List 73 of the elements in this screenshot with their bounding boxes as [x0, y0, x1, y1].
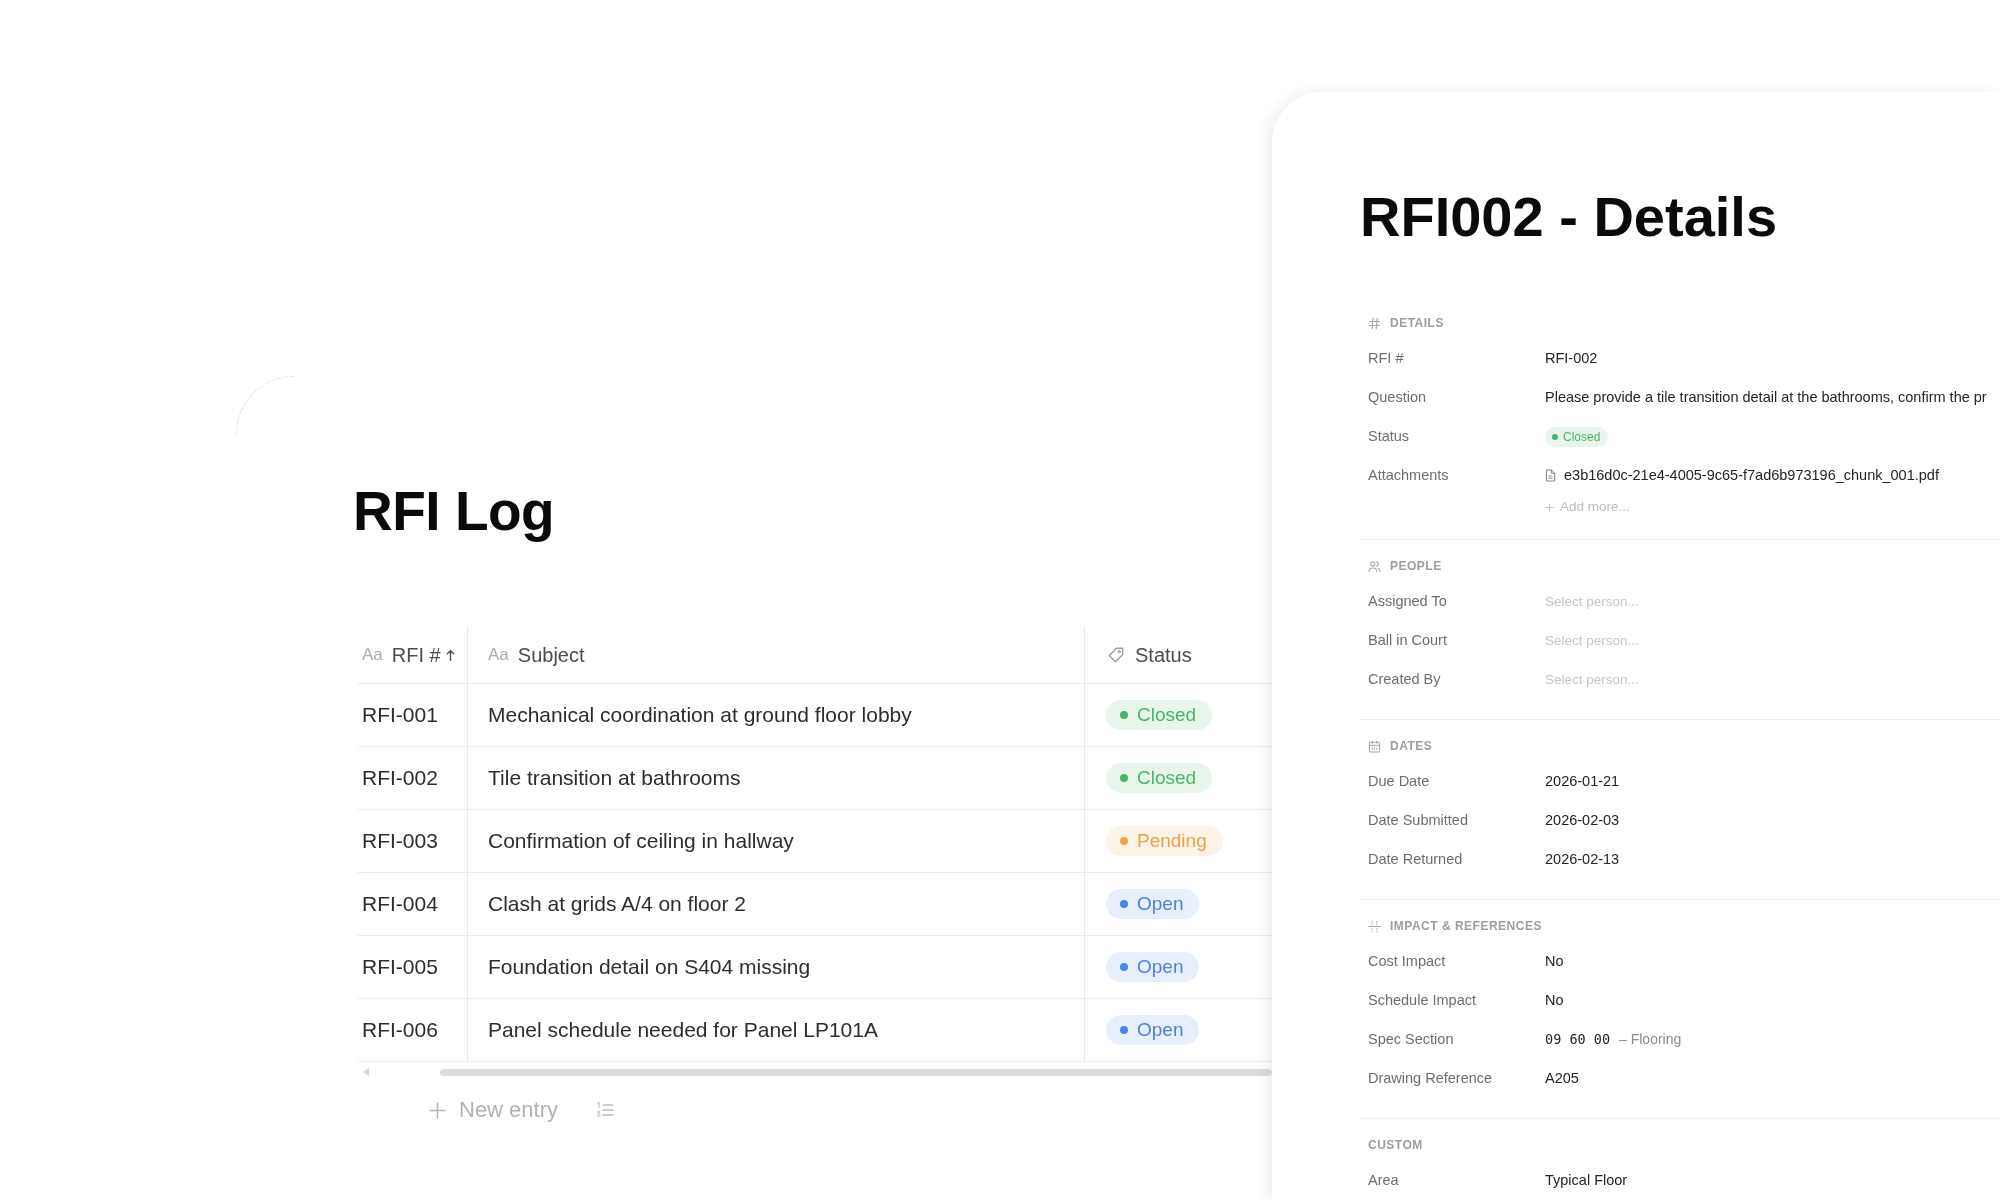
- panel-title: RFI002 - Details: [1360, 184, 1778, 250]
- table-cell: Panel schedule needed for Panel LP101A: [488, 1018, 878, 1042]
- person-field[interactable]: Select person...: [1545, 588, 1745, 615]
- table-cell: Confirmation of ceiling in hallway: [488, 829, 794, 853]
- section-title: CUSTOM: [1368, 1138, 1423, 1152]
- numbered-list-icon[interactable]: [596, 1101, 615, 1119]
- field-label: Ball in Court: [1368, 631, 1447, 650]
- status-label: Open: [1137, 1019, 1184, 1041]
- field-label: Attachments: [1368, 466, 1449, 485]
- status-label: Closed: [1563, 429, 1601, 444]
- table-cell: Tile transition at bathrooms: [488, 766, 741, 790]
- status-label: Closed: [1137, 767, 1197, 789]
- field-label: Schedule Impact: [1368, 991, 1476, 1010]
- table-cell: RFI-003: [362, 829, 438, 853]
- sort-up-arrow-icon[interactable]: [445, 648, 455, 662]
- field-value: 2026-02-13: [1545, 850, 1620, 869]
- hash-icon: [1368, 316, 1381, 330]
- field-value: Please provide a tile transition detail at the bathrooms, confirm the pr: [1545, 388, 1987, 407]
- field-label: Created By: [1368, 670, 1441, 689]
- table-cell: RFI-006: [362, 1018, 438, 1042]
- column-header[interactable]: Subject: [517, 643, 585, 667]
- status-label: Open: [1137, 893, 1184, 915]
- spec-title: – Flooring: [1619, 1030, 1682, 1049]
- field-value: 2026-02-03: [1545, 811, 1620, 830]
- section-title: PEOPLE: [1390, 559, 1442, 573]
- field-label: Date Submitted: [1368, 811, 1468, 830]
- table-cell: Clash at grids A/4 on floor 2: [488, 892, 746, 916]
- text-type-icon: Aa: [362, 645, 383, 665]
- spec-code: 09 60 00: [1545, 1030, 1611, 1049]
- field-label: Date Returned: [1368, 850, 1463, 869]
- field-label: Spec Section: [1368, 1030, 1454, 1049]
- text-type-icon: Aa: [488, 645, 509, 665]
- column-header[interactable]: RFI #: [391, 643, 441, 667]
- field-label: Status: [1368, 427, 1410, 446]
- table-cell: Mechanical coordination at ground floor lobby: [488, 703, 912, 727]
- table-cell: RFI-004: [362, 892, 438, 916]
- person-field[interactable]: Select person...: [1545, 666, 1745, 693]
- tag-icon: [1107, 646, 1125, 664]
- file-icon: [1545, 469, 1556, 482]
- person-field[interactable]: Select person...: [1545, 627, 1745, 654]
- field-value: A205: [1545, 1069, 1579, 1088]
- field-label: RFI #: [1368, 349, 1404, 368]
- field-label: Assigned To: [1368, 592, 1447, 611]
- column-header[interactable]: Status: [1135, 643, 1192, 667]
- field-value: No: [1545, 952, 1564, 971]
- section-title: IMPACT & REFERENCES: [1390, 919, 1542, 933]
- plus-icon: [429, 1101, 446, 1119]
- attachment-link[interactable]: e3b16d0c-21e4-4005-9c65-f7ad6b973196_chunk_001.pdf: [1545, 456, 1939, 495]
- field-label: Cost Impact: [1368, 952, 1446, 971]
- field-label: Area: [1368, 1171, 1399, 1190]
- calendar-icon: [1368, 739, 1381, 753]
- people-icon: [1368, 559, 1381, 573]
- plus-icon: [1545, 502, 1554, 512]
- field-value: 2026-01-21: [1545, 772, 1620, 791]
- page-title: RFI Log: [353, 479, 555, 544]
- field-value: Typical Floor: [1545, 1171, 1628, 1190]
- field-value: RFI-002: [1545, 349, 1598, 368]
- section-title: DATES: [1390, 739, 1433, 753]
- status-label: Pending: [1137, 830, 1207, 852]
- status-label: Closed: [1137, 704, 1197, 726]
- field-label: Drawing Reference: [1368, 1069, 1493, 1088]
- field-label: Question: [1368, 388, 1427, 407]
- table-cell: RFI-005: [362, 955, 438, 979]
- table-cell: RFI-002: [362, 766, 438, 790]
- section-title: DETAILS: [1390, 316, 1444, 330]
- dashed-grid-icon: [1368, 919, 1381, 933]
- table-cell: RFI-001: [362, 703, 438, 727]
- field-value: No: [1545, 991, 1564, 1010]
- scrollbar-thumb[interactable]: [440, 1068, 1272, 1076]
- left-arrow-icon[interactable]: [362, 1067, 370, 1077]
- field-label: Due Date: [1368, 772, 1430, 791]
- table-cell: Foundation detail on S404 missing: [488, 955, 811, 979]
- status-label: Open: [1137, 956, 1184, 978]
